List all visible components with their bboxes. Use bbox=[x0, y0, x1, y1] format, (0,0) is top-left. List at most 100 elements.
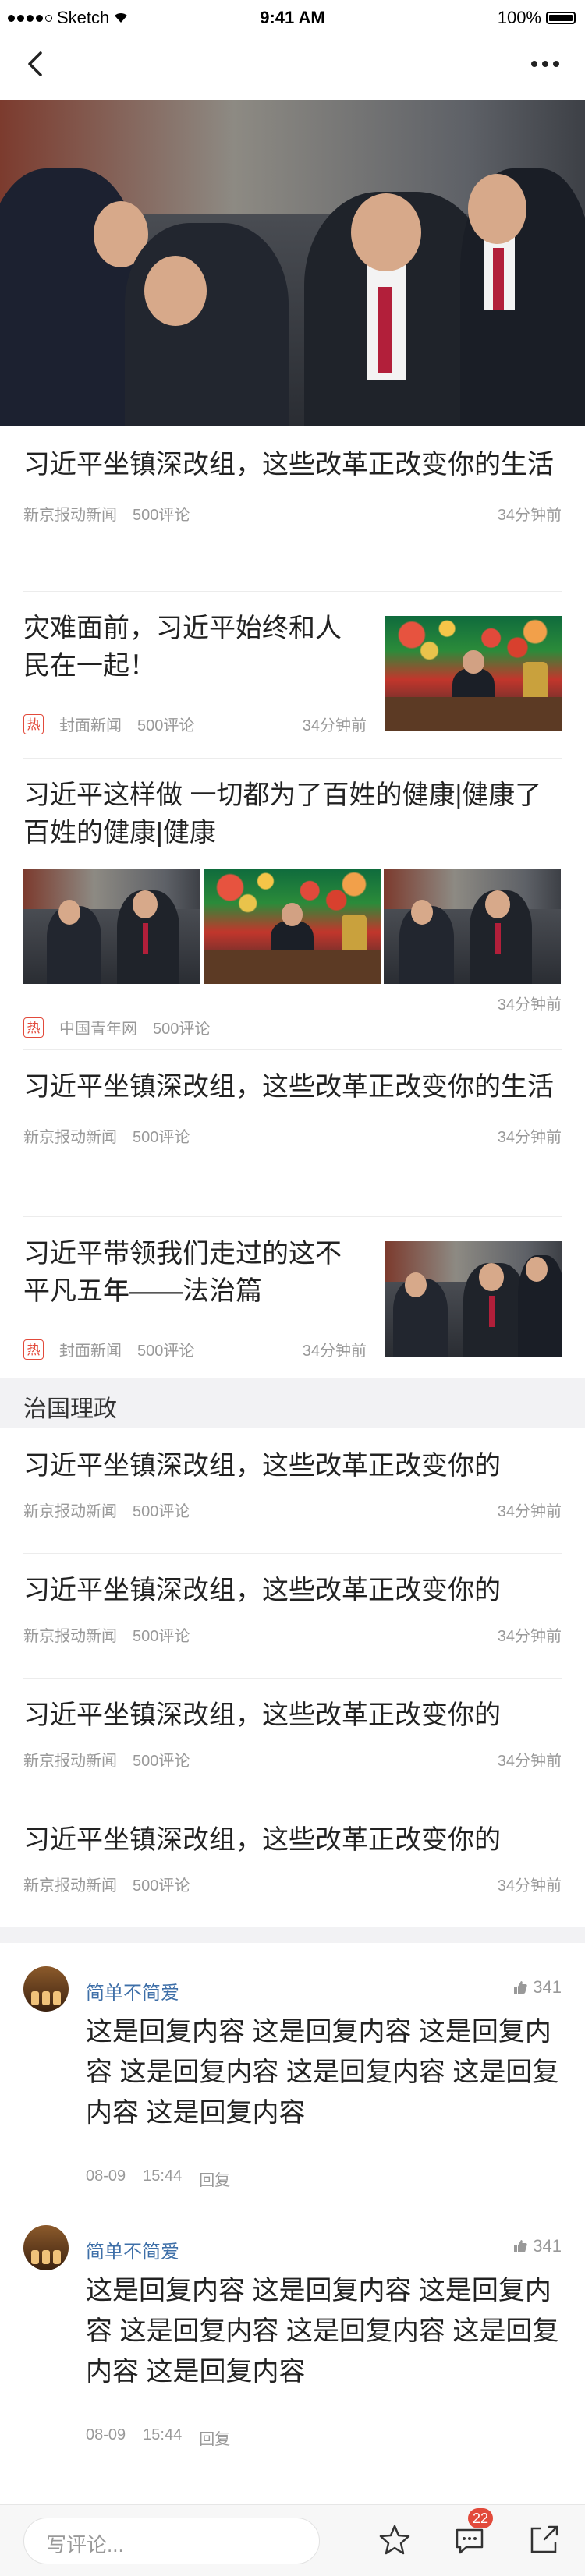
article-meta: 新京报动新闻 500评论 34分钟前 bbox=[23, 1748, 562, 1771]
hero-photo bbox=[0, 100, 585, 426]
article-comments: 500评论 bbox=[133, 1877, 190, 1895]
section-article[interactable]: 习近平坐镇深改组，这些改革正改变你的 新京报动新闻 500评论 34分钟前 bbox=[23, 1697, 562, 1771]
back-icon bbox=[28, 51, 42, 76]
article-meta: 新京报动新闻 500评论 34分钟前 bbox=[23, 1499, 562, 1521]
article-time: 34分钟前 bbox=[497, 1877, 562, 1895]
comment-user[interactable]: 简单不简爱 bbox=[86, 2236, 179, 2263]
article-thumbnail bbox=[385, 1241, 562, 1357]
share-button[interactable] bbox=[527, 2522, 565, 2560]
article-meta: 新京报动新闻 500评论 34分钟前 bbox=[23, 1124, 562, 1147]
article-title: 习近平坐镇深改组，这些改革正改变你的生活 bbox=[23, 450, 554, 479]
article-comments: 500评论 bbox=[133, 1503, 190, 1520]
battery: 100% bbox=[498, 8, 576, 28]
article-thumbnail bbox=[204, 869, 381, 984]
divider bbox=[23, 1553, 562, 1554]
share-icon bbox=[530, 2525, 558, 2553]
article-card[interactable]: 习近平这样做 一切都为了百姓的健康|健康了百姓的健康|健康 34分钟前 热 中国… bbox=[23, 777, 562, 1039]
article-time: 34分钟前 bbox=[497, 507, 562, 524]
more-button[interactable] bbox=[526, 47, 565, 81]
avatar[interactable] bbox=[23, 2225, 69, 2270]
article-title: 习近平坐镇深改组，这些改革正改变你的生活 bbox=[23, 1072, 554, 1102]
bottom-bar: 写评论... 22 bbox=[0, 2504, 585, 2576]
article-page: Sketch 9:41 AM 100% 习近平坐镇深改组，这些改革正改变你的生活… bbox=[0, 0, 585, 2576]
comment-meta: 08-09 15:44 回复 bbox=[86, 2426, 230, 2449]
article-comments: 500评论 bbox=[137, 717, 195, 734]
article-source: 新京报动新闻 bbox=[23, 1129, 117, 1146]
hot-badge: 热 bbox=[23, 1017, 44, 1038]
image-row bbox=[23, 869, 562, 984]
article-title: 习近平带领我们走过的这不平凡五年——法治篇 bbox=[23, 1239, 342, 1306]
comment-date: 08-09 bbox=[86, 2426, 126, 2443]
article-thumbnail bbox=[385, 616, 562, 731]
comment-input[interactable]: 写评论... bbox=[23, 2518, 320, 2564]
like-button[interactable]: 341 bbox=[512, 2236, 562, 2256]
article-card[interactable]: 灾难面前，习近平始终和人民在一起！ 热 封面新闻 500评论 34分钟前 bbox=[23, 610, 562, 734]
thumbs-up-icon bbox=[514, 2240, 527, 2252]
like-count: 341 bbox=[533, 2236, 562, 2256]
section-article[interactable]: 习近平坐镇深改组，这些改革正改变你的 新京报动新闻 500评论 34分钟前 bbox=[23, 1447, 562, 1521]
article-source: 封面新闻 bbox=[59, 717, 122, 734]
reply-button[interactable]: 回复 bbox=[199, 2167, 230, 2190]
article-title: 习近平坐镇深改组，这些改革正改变你的 bbox=[23, 1700, 501, 1730]
article-comments: 500评论 bbox=[133, 507, 190, 524]
section-article[interactable]: 习近平坐镇深改组，这些改革正改变你的 新京报动新闻 500评论 34分钟前 bbox=[23, 1821, 562, 1895]
article-meta: 新京报动新闻 500评论 34分钟前 bbox=[23, 502, 562, 525]
article-meta: 热 中国青年网 500评论 bbox=[23, 1016, 562, 1039]
comment-count-badge: 22 bbox=[468, 2508, 494, 2528]
battery-icon bbox=[546, 12, 576, 24]
article-source: 新京报动新闻 bbox=[23, 1877, 117, 1895]
reply-button[interactable]: 回复 bbox=[199, 2426, 230, 2449]
comment-placeholder: 写评论... bbox=[46, 2533, 124, 2557]
article-comments: 500评论 bbox=[153, 1021, 211, 1038]
article-source: 新京报动新闻 bbox=[23, 1503, 117, 1520]
hot-badge: 热 bbox=[23, 1339, 44, 1360]
divider bbox=[23, 1678, 562, 1679]
article-time: 34分钟前 bbox=[302, 717, 367, 734]
favorite-button[interactable] bbox=[378, 2522, 415, 2560]
like-button[interactable]: 341 bbox=[512, 1977, 562, 1997]
back-button[interactable] bbox=[20, 47, 55, 81]
divider bbox=[23, 591, 562, 592]
article-time: 34分钟前 bbox=[497, 1628, 562, 1645]
comment-time: 15:44 bbox=[143, 2167, 183, 2185]
divider bbox=[23, 758, 562, 759]
article-time: 34分钟前 bbox=[497, 996, 562, 1014]
article-card[interactable]: 习近平坐镇深改组，这些改革正改变你的生活 新京报动新闻 500评论 34分钟前 bbox=[23, 446, 562, 525]
comment-body: 这是回复内容 这是回复内容 这是回复内容 这是回复内容 这是回复内容 这是回复内… bbox=[86, 2017, 559, 2128]
status-bar: Sketch 9:41 AM 100% bbox=[0, 0, 585, 31]
section-gap bbox=[0, 1927, 585, 1943]
article-thumbnail bbox=[384, 869, 561, 984]
battery-percent: 100% bbox=[497, 8, 541, 27]
comment: 简单不简爱 341 这是回复内容 这是回复内容 这是回复内容 这是回复内容 这是… bbox=[23, 2225, 562, 2459]
hot-badge: 热 bbox=[23, 713, 44, 734]
article-meta: 热 封面新闻 500评论 34分钟前 bbox=[23, 1338, 367, 1361]
article-card[interactable]: 习近平坐镇深改组，这些改革正改变你的生活 新京报动新闻 500评论 34分钟前 bbox=[23, 1068, 562, 1147]
article-time: 34分钟前 bbox=[497, 1129, 562, 1146]
article-comments: 500评论 bbox=[133, 1628, 190, 1645]
comment-user[interactable]: 简单不简爱 bbox=[86, 1977, 179, 2005]
article-source: 新京报动新闻 bbox=[23, 507, 117, 524]
avatar[interactable] bbox=[23, 1966, 69, 2012]
article-title: 习近平这样做 一切都为了百姓的健康|健康了百姓的健康|健康 bbox=[23, 780, 542, 847]
article-title: 习近平坐镇深改组，这些改革正改变你的 bbox=[23, 1451, 501, 1481]
article-title: 习近平坐镇深改组，这些改革正改变你的 bbox=[23, 1576, 501, 1605]
article-title: 灾难面前，习近平始终和人民在一起！ bbox=[23, 614, 342, 681]
article-comments: 500评论 bbox=[133, 1129, 190, 1146]
section-article[interactable]: 习近平坐镇深改组，这些改革正改变你的 新京报动新闻 500评论 34分钟前 bbox=[23, 1572, 562, 1646]
comment: 简单不简爱 341 这是回复内容 这是回复内容 这是回复内容 这是回复内容 这是… bbox=[23, 1966, 562, 2200]
article-meta: 34分钟前 bbox=[23, 992, 562, 1014]
article-card[interactable]: 习近平带领我们走过的这不平凡五年——法治篇 热 封面新闻 500评论 34分钟前 bbox=[23, 1235, 562, 1360]
article-source: 中国青年网 bbox=[59, 1021, 137, 1038]
article-source: 封面新闻 bbox=[59, 1343, 122, 1360]
article-comments: 500评论 bbox=[137, 1343, 195, 1360]
comment-time: 15:44 bbox=[143, 2426, 183, 2443]
article-comments: 500评论 bbox=[133, 1753, 190, 1770]
article-thumbnail bbox=[23, 869, 200, 984]
article-time: 34分钟前 bbox=[497, 1503, 562, 1520]
like-count: 341 bbox=[533, 1977, 562, 1997]
comment-meta: 08-09 15:44 回复 bbox=[86, 2167, 230, 2190]
article-source: 新京报动新闻 bbox=[23, 1753, 117, 1770]
section-header: 治国理政 bbox=[0, 1378, 585, 1428]
hero-image[interactable] bbox=[0, 100, 585, 426]
divider bbox=[23, 1049, 562, 1050]
